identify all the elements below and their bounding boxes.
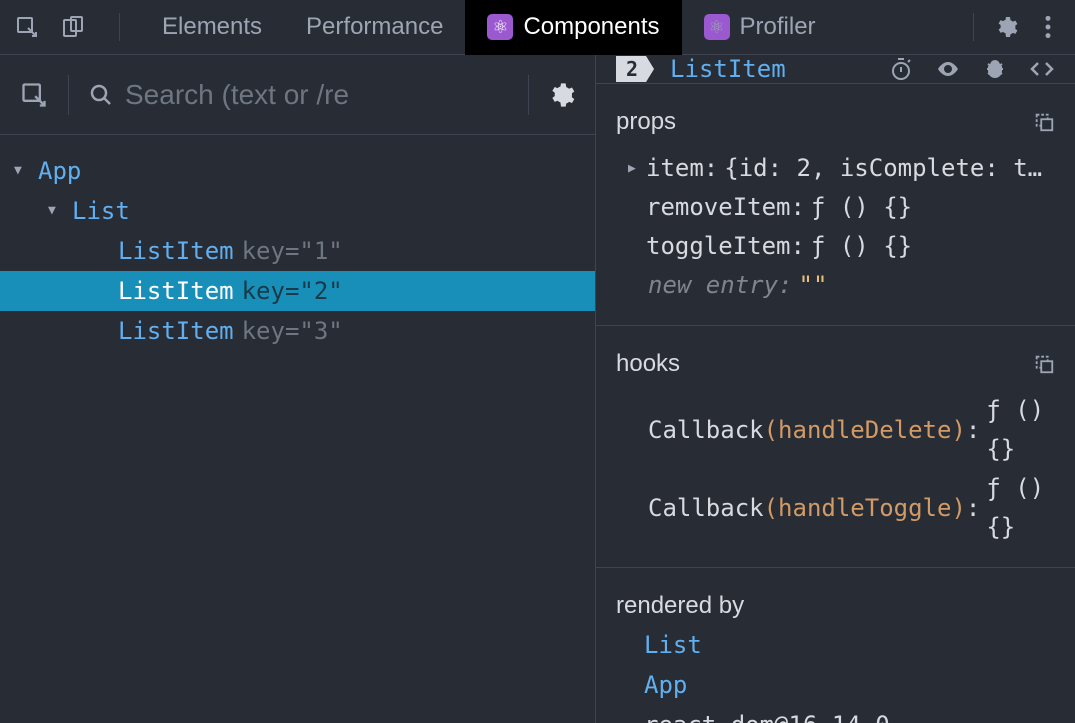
divider [528, 75, 529, 115]
tab-label: Performance [306, 13, 443, 41]
tree-node-listitem[interactable]: ListItemkey="2" [0, 271, 595, 311]
inspect-element-icon[interactable] [20, 81, 48, 109]
toolbar-left [15, 13, 132, 41]
devtools-toolbar: Elements Performance ⚛ Components ⚛ Prof… [0, 0, 1075, 55]
prop-row[interactable]: toggleItem:ƒ () {} [616, 227, 1055, 266]
atom-icon: ⚛ [487, 14, 513, 40]
hook-name: handleToggle [778, 489, 951, 528]
toolbar-divider [119, 13, 120, 41]
tree-node-list[interactable]: ▼List [0, 191, 595, 231]
tree-node-app[interactable]: ▼App [0, 151, 595, 191]
new-entry-row[interactable]: new entry: "" [616, 266, 1055, 305]
tab-performance[interactable]: Performance [284, 0, 465, 55]
inspect-icon[interactable] [15, 15, 39, 39]
toolbar-right [961, 13, 1060, 41]
toolbar-divider [973, 13, 974, 41]
component-name: List [72, 191, 130, 231]
divider [68, 75, 69, 115]
chevron-down-icon[interactable]: ▼ [48, 191, 66, 231]
gear-icon[interactable] [994, 15, 1018, 39]
hook-callback: Callback [648, 411, 764, 450]
component-name: ListItem [118, 231, 234, 271]
prop-value: ƒ () {} [811, 227, 912, 266]
search-icon [89, 83, 113, 107]
tab-profiler[interactable]: ⚛ Profiler [682, 0, 838, 55]
component-name: ListItem [670, 55, 786, 83]
detail-actions [889, 57, 1055, 81]
atom-icon: ⚛ [704, 14, 730, 40]
key-attr: key="3" [242, 311, 343, 351]
main-content: ▼App▼ListListItemkey="1"ListItemkey="2"L… [0, 55, 1075, 723]
new-entry-label: new entry: [648, 266, 793, 305]
prop-value: {id: 2, isComplete: t… [724, 149, 1042, 188]
chevron-down-icon[interactable]: ▼ [14, 151, 32, 191]
prop-name: removeItem [646, 188, 791, 227]
detail-panel: 2 ListItem props [596, 55, 1075, 723]
source-icon[interactable] [1029, 57, 1055, 81]
new-entry-value: "" [799, 266, 828, 305]
hooks-section: hooks Callback(handleDelete):ƒ () {}Call… [596, 326, 1075, 568]
devtools-tabs: Elements Performance ⚛ Components ⚛ Prof… [140, 0, 838, 55]
hook-value: ƒ () {} [986, 391, 1055, 469]
copy-icon[interactable] [1033, 353, 1055, 375]
component-name: App [38, 151, 81, 191]
props-section: props ▶item:{id: 2, isComplete: t…remove… [596, 84, 1075, 326]
device-icon[interactable] [61, 15, 85, 39]
prop-name: item [646, 149, 704, 188]
tab-label: Elements [162, 13, 262, 41]
section-title: hooks [616, 344, 680, 383]
copy-icon[interactable] [1033, 111, 1055, 133]
rendered-by-item: react-dom@16.14.0 [644, 705, 1055, 723]
section-header: props [616, 102, 1055, 141]
expand-icon[interactable]: ▶ [628, 149, 646, 188]
gear-icon[interactable] [547, 81, 575, 109]
prop-value: ƒ () {} [811, 188, 912, 227]
suspend-icon[interactable] [889, 57, 913, 81]
component-name: ListItem [118, 271, 234, 311]
tab-components[interactable]: ⚛ Components [465, 0, 681, 55]
hook-row[interactable]: Callback(handleToggle):ƒ () {} [616, 469, 1055, 547]
prop-row[interactable]: ▶item:{id: 2, isComplete: t… [616, 149, 1055, 188]
section-title: props [616, 102, 676, 141]
tab-elements[interactable]: Elements [140, 0, 284, 55]
tree-panel: ▼App▼ListListItemkey="1"ListItemkey="2"L… [0, 55, 596, 723]
rendered-by-section: rendered by ListAppreact-dom@16.14.0 [596, 568, 1075, 723]
search-input[interactable] [125, 79, 510, 111]
more-icon[interactable] [1036, 15, 1060, 39]
bug-icon[interactable] [983, 57, 1007, 81]
tree-node-listitem[interactable]: ListItemkey="3" [0, 311, 595, 351]
tab-label: Profiler [740, 13, 816, 41]
render-count-badge: 2 [616, 56, 654, 82]
prop-name: toggleItem [646, 227, 791, 266]
component-name: ListItem [118, 311, 234, 351]
prop-row[interactable]: removeItem:ƒ () {} [616, 188, 1055, 227]
detail-header: 2 ListItem [596, 55, 1075, 84]
rendered-by-item[interactable]: App [644, 665, 1055, 705]
hook-name: handleDelete [778, 411, 951, 450]
hook-value: ƒ () {} [986, 469, 1055, 547]
section-title: rendered by [616, 586, 1055, 625]
eye-icon[interactable] [935, 57, 961, 81]
hook-row[interactable]: Callback(handleDelete):ƒ () {} [616, 391, 1055, 469]
section-header: hooks [616, 344, 1055, 383]
key-attr: key="1" [242, 231, 343, 271]
search-bar [0, 55, 595, 135]
key-attr: key="2" [242, 271, 343, 311]
rendered-by-item[interactable]: List [644, 625, 1055, 665]
component-tree: ▼App▼ListListItemkey="1"ListItemkey="2"L… [0, 135, 595, 367]
hook-callback: Callback [648, 489, 764, 528]
tree-node-listitem[interactable]: ListItemkey="1" [0, 231, 595, 271]
tab-label: Components [523, 13, 659, 41]
